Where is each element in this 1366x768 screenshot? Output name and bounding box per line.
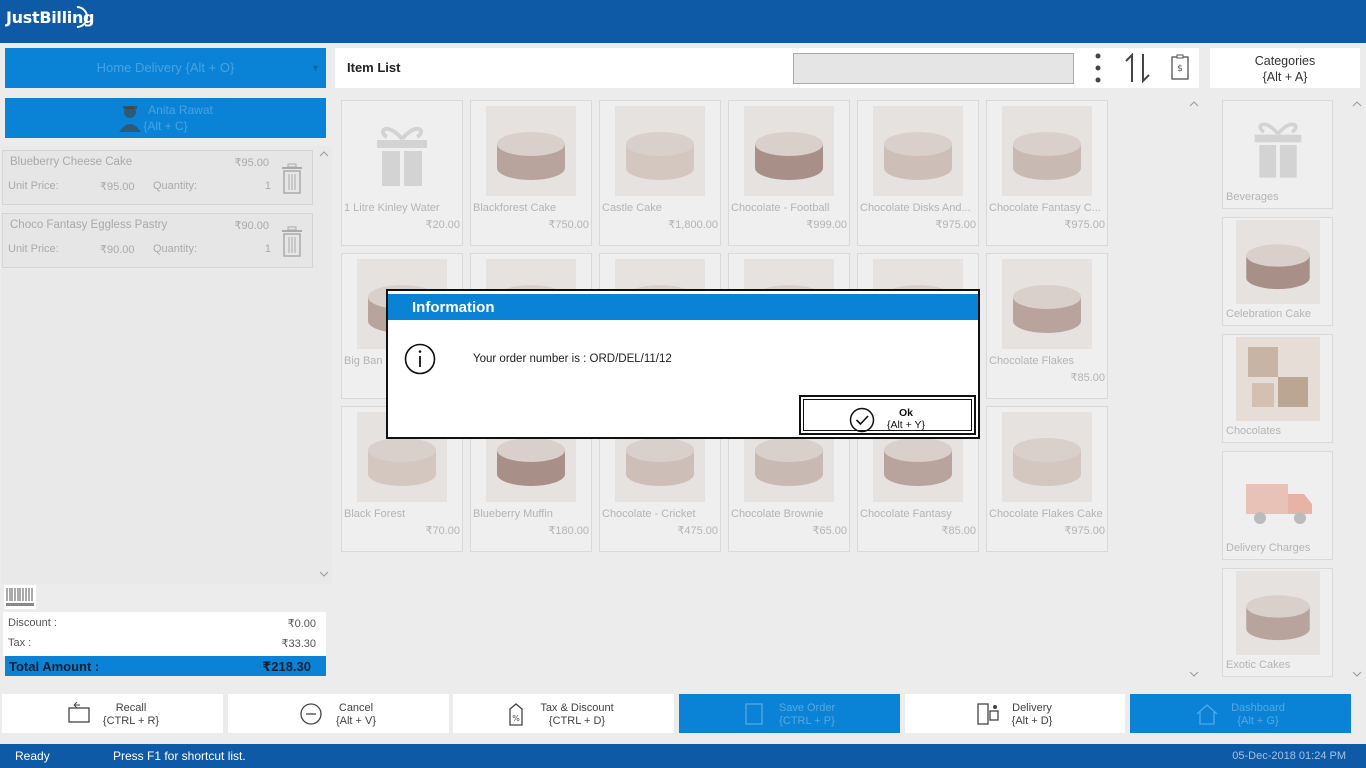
shortcut-hint: Press F1 for shortcut list. bbox=[113, 749, 246, 763]
dialog-title: Information bbox=[388, 294, 978, 320]
information-dialog: Information Your order number is : ORD/D… bbox=[386, 289, 980, 439]
status-text: Ready bbox=[15, 749, 50, 763]
datetime: 05-Dec-2018 01:24 PM bbox=[1232, 750, 1346, 762]
ok-button[interactable]: Ok {Alt + Y} bbox=[799, 395, 976, 435]
status-bar: Ready Press F1 for shortcut list. 05-Dec… bbox=[0, 744, 1366, 768]
info-icon bbox=[404, 343, 436, 375]
logo-swoosh-icon bbox=[61, 1, 93, 33]
dialog-message: Your order number is : ORD/DEL/11/12 bbox=[473, 353, 672, 365]
ok-label: Ok bbox=[898, 407, 913, 419]
title-bar: JustBilling bbox=[0, 0, 1366, 43]
ok-shortcut: {Alt + Y} bbox=[886, 419, 926, 431]
check-circle-icon bbox=[849, 407, 875, 433]
